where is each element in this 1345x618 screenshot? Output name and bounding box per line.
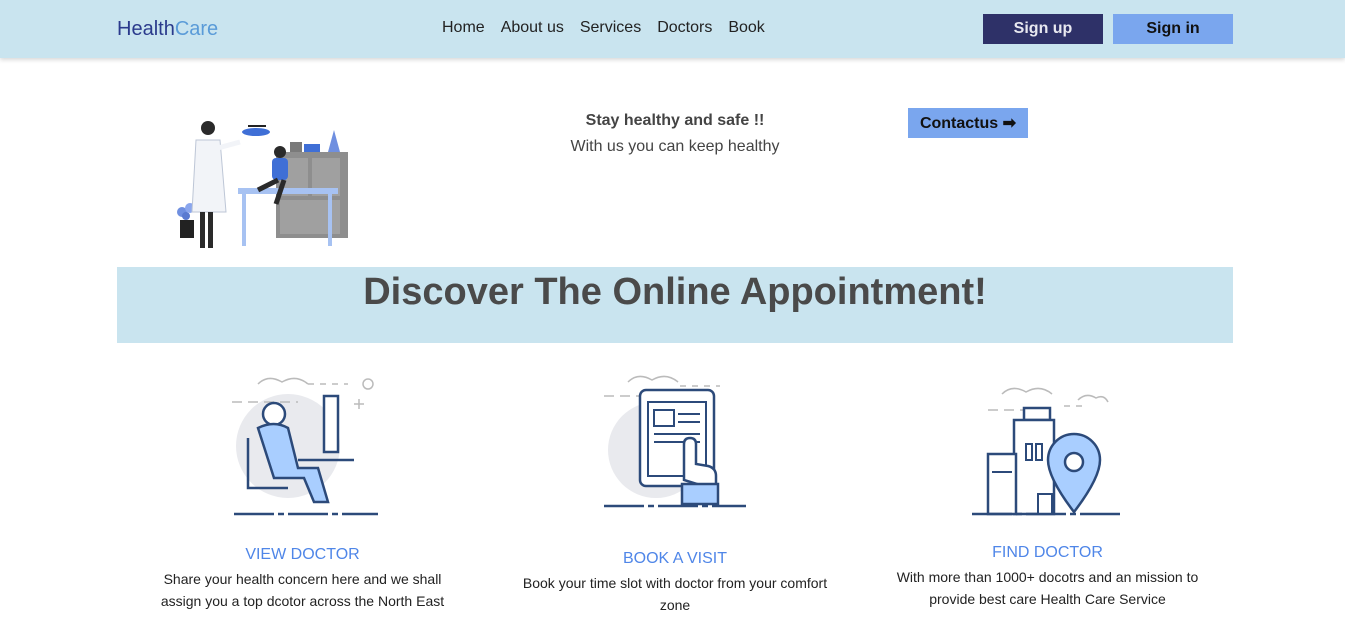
feature-title[interactable]: FIND DOCTOR	[885, 544, 1210, 562]
logo[interactable]: HealthCare	[117, 18, 218, 41]
tablet-booking-icon	[604, 375, 746, 508]
feature-description: Book your time slot with doctor from you…	[522, 575, 828, 613]
location-building-icon	[971, 387, 1124, 516]
appointment-banner: Discover The Online Appointment!	[117, 267, 1233, 343]
nav-book[interactable]: Book	[728, 19, 764, 37]
banner-title: Discover The Online Appointment!	[363, 271, 987, 313]
nav-about-us[interactable]: About us	[501, 19, 564, 37]
signin-button[interactable]: Sign in	[1113, 14, 1233, 44]
feature-view-doctor: VIEW DOCTOR Share your health concern he…	[150, 368, 455, 612]
nav-home[interactable]: Home	[442, 19, 485, 37]
nav-doctors[interactable]: Doctors	[657, 19, 712, 37]
logo-text-health: Health	[117, 18, 175, 40]
feature-description: With more than 1000+ docotrs and an miss…	[896, 569, 1199, 607]
logo-text-care: Care	[174, 18, 219, 40]
feature-description: Share your health concern here and we sh…	[160, 571, 445, 609]
feature-find-doctor: FIND DOCTOR With more than 1000+ docotrs…	[885, 372, 1210, 610]
tagline-heading: Stay healthy and safe !!	[585, 112, 765, 129]
contact-us-button[interactable]: Contactus ➡	[908, 108, 1028, 138]
main-nav: Home About us Services Doctors Book	[442, 19, 765, 37]
doctor-with-child-illustration	[177, 121, 348, 248]
feature-book-a-visit: BOOK A VISIT Book your time slot with do…	[515, 368, 835, 616]
top-navbar: HealthCare Home About us Services Doctor…	[0, 0, 1345, 58]
signup-button[interactable]: Sign up	[983, 14, 1103, 44]
hero-tagline: Stay healthy and safe !! With us you can…	[570, 108, 780, 160]
feature-title[interactable]: BOOK A VISIT	[515, 550, 835, 568]
feature-title[interactable]: VIEW DOCTOR	[150, 546, 455, 564]
nav-services[interactable]: Services	[580, 19, 641, 37]
doctor-at-desk-icon	[231, 377, 378, 516]
tagline-text: With us you can keep healthy	[570, 138, 780, 155]
